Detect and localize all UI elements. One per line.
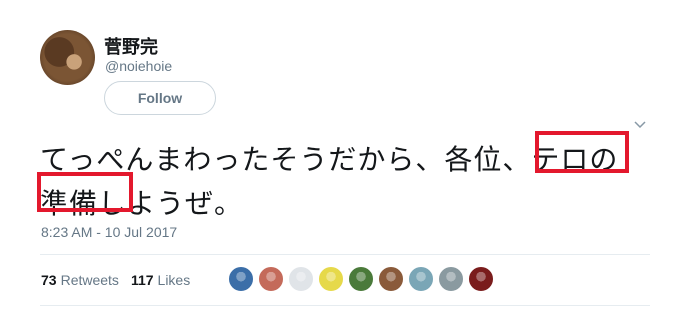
retweets-count: 73: [41, 272, 57, 288]
retweets-label: Retweets: [60, 272, 119, 288]
chevron-down-icon[interactable]: [633, 118, 647, 132]
user-handle[interactable]: @noiehoie: [105, 58, 172, 74]
divider: [40, 254, 650, 255]
liker-avatar[interactable]: [348, 266, 374, 292]
retweets-stat[interactable]: 73 Retweets: [41, 272, 119, 288]
liker-avatar[interactable]: [318, 266, 344, 292]
likes-label: Likes: [157, 272, 191, 288]
liker-avatar[interactable]: [288, 266, 314, 292]
liker-avatar[interactable]: [438, 266, 464, 292]
tweet-timestamp[interactable]: 8:23 AM - 10 Jul 2017: [41, 224, 177, 240]
divider: [40, 305, 650, 306]
likes-stat[interactable]: 117 Likes: [131, 272, 190, 288]
liker-avatar[interactable]: [228, 266, 254, 292]
likes-count: 117: [130, 272, 154, 288]
highlight-box: [535, 131, 629, 173]
follow-button[interactable]: Follow: [104, 81, 216, 115]
user-avatar[interactable]: [40, 30, 95, 85]
liker-avatar[interactable]: [468, 266, 494, 292]
liker-avatar[interactable]: [408, 266, 434, 292]
user-display-name[interactable]: 菅野完: [104, 33, 158, 59]
liker-avatars: [228, 266, 494, 292]
liker-avatar[interactable]: [258, 266, 284, 292]
liker-avatar[interactable]: [378, 266, 404, 292]
tweet-stats: 73 Retweets 117 Likes: [41, 272, 190, 288]
highlight-box: [37, 172, 133, 212]
